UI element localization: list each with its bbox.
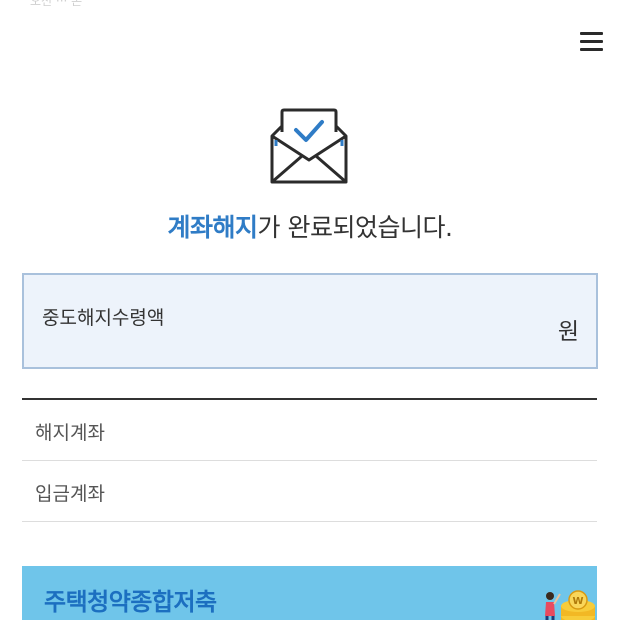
termination-amount-label: 중도해지수령액: [42, 307, 165, 329]
envelope-check-icon: [270, 108, 348, 184]
deposit-account-row: 입금계좌: [22, 461, 597, 522]
result-title-text: 가 완료되었습니다.: [257, 213, 453, 242]
gold-coins-icon: W: [545, 590, 595, 620]
svg-text:W: W: [572, 596, 583, 607]
deposit-account-label: 입금계좌: [35, 483, 105, 505]
termination-amount-unit: 원: [557, 319, 579, 345]
terminated-account-row: 해지계좌: [22, 400, 597, 461]
result-title-accent: 계좌해지: [167, 213, 259, 242]
result-title: 계좌해지가 완료되었습니다.: [0, 208, 620, 244]
status-bar: 오전 ··· 온 ··· · ············: [0, 0, 620, 18]
banner-title: 주택청약종합저축: [44, 588, 217, 616]
account-termination-complete-page: 오전 ··· 온 ··· · ············ 계좌해지가 완료되었습니…: [0, 0, 620, 620]
status-bar-indicators: ··· · ············: [523, 0, 592, 6]
hamburger-menu-icon[interactable]: [580, 32, 603, 52]
status-bar-time: 오전 ··· 온: [30, 0, 83, 8]
housing-subscription-savings-banner[interactable]: 주택청약종합저축 W: [22, 566, 597, 620]
terminated-account-label: 해지계좌: [35, 422, 105, 444]
termination-amount-box: 중도해지수령액 원: [22, 273, 598, 369]
